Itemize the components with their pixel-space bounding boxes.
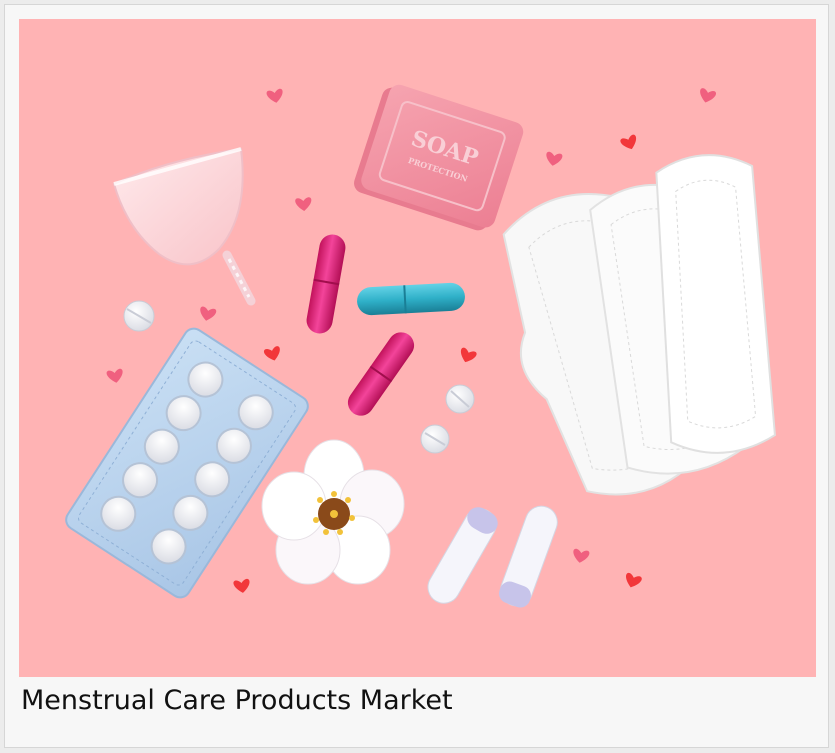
blue-tampon [357,282,465,316]
figure-card: SOAP PROTECTION Menstrual Care Products … [4,4,829,748]
product-illustration: SOAP PROTECTION [19,19,816,677]
image-caption: Menstrual Care Products Market [21,685,453,716]
